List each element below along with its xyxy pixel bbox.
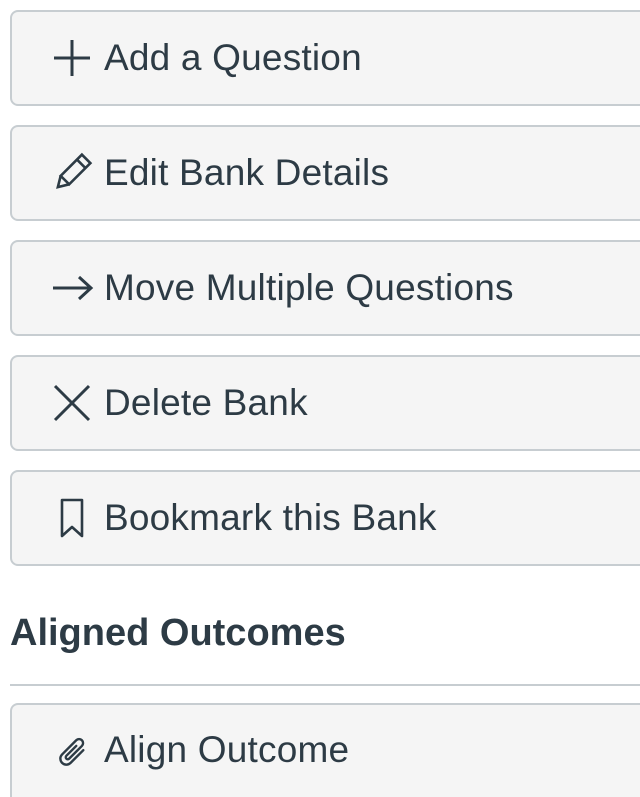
section-divider: [10, 684, 640, 686]
paperclip-icon: [48, 729, 96, 777]
edit-bank-details-button[interactable]: Edit Bank Details: [10, 125, 640, 221]
delete-bank-button[interactable]: Delete Bank: [10, 355, 640, 451]
add-question-label: Add a Question: [104, 37, 362, 78]
bookmark-bank-label: Bookmark this Bank: [104, 497, 437, 538]
align-outcome-button[interactable]: Align Outcome: [10, 703, 640, 797]
arrow-right-icon: [48, 264, 96, 312]
bookmark-bank-button[interactable]: Bookmark this Bank: [10, 470, 640, 566]
delete-bank-label: Delete Bank: [104, 382, 308, 423]
move-multiple-questions-label: Move Multiple Questions: [104, 267, 514, 308]
align-outcome-label: Align Outcome: [104, 729, 350, 770]
x-icon: [48, 379, 96, 427]
add-question-button[interactable]: Add a Question: [10, 10, 640, 106]
plus-icon: [48, 34, 96, 82]
edit-bank-details-label: Edit Bank Details: [104, 152, 390, 193]
pencil-icon: [48, 149, 96, 197]
question-bank-sidebar: Add a Question Edit Bank Details Move Mu…: [0, 0, 640, 797]
move-multiple-questions-button[interactable]: Move Multiple Questions: [10, 240, 640, 336]
bookmark-icon: [48, 494, 96, 542]
aligned-outcomes-heading: Aligned Outcomes: [10, 612, 346, 654]
